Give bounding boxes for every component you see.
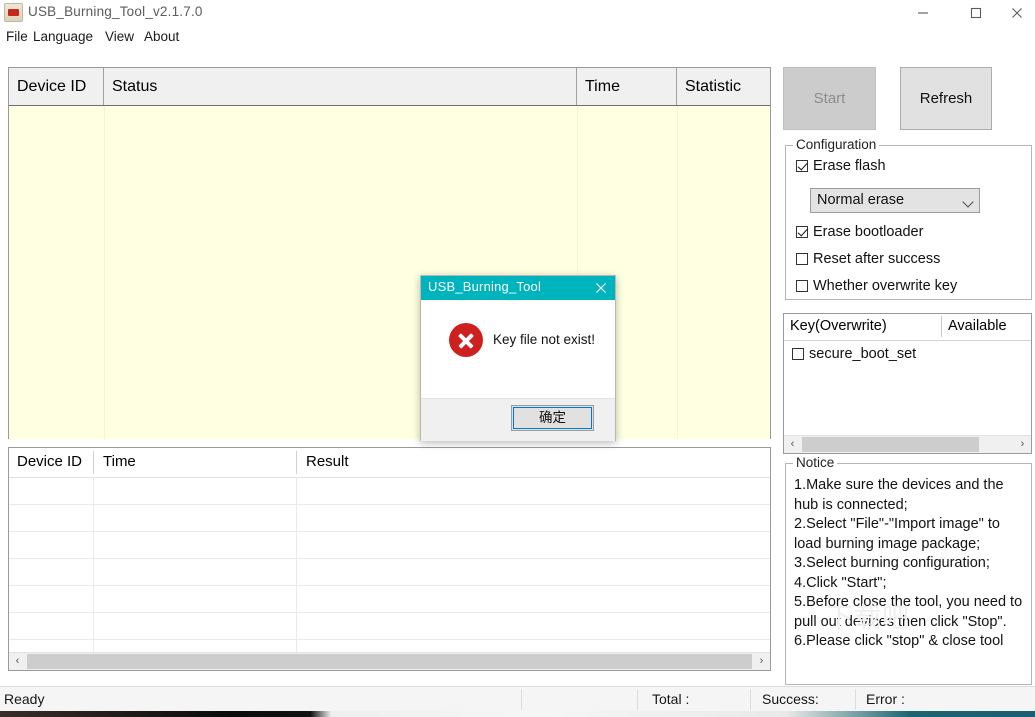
col-time[interactable]: Time: [577, 68, 677, 105]
result-rowline: [9, 558, 770, 559]
dialog-message: Key file not exist!: [493, 332, 596, 347]
key-row-label: secure_boot_set: [809, 346, 917, 362]
col-status[interactable]: Status: [104, 68, 577, 105]
col-device-id[interactable]: Device ID: [9, 68, 104, 105]
col-available[interactable]: Available: [942, 314, 1032, 339]
minimize-button[interactable]: [900, 0, 946, 26]
title-bar: USB_Burning_Tool_v2.1.7.0: [0, 0, 1035, 26]
checkbox-label: Erase bootloader: [813, 224, 924, 240]
result-table-hscrollbar[interactable]: ‹ ›: [9, 652, 770, 670]
start-button[interactable]: Start: [783, 67, 876, 130]
device-list-body: [9, 106, 770, 439]
error-dialog: USB_Burning_Tool Key file not exist! 确定: [420, 275, 616, 441]
taskbar-sliver: [0, 711, 1035, 717]
notice-title: Notice: [793, 455, 838, 470]
key-row-secure-boot-set[interactable]: secure_boot_set: [792, 346, 916, 362]
checkbox-whether-overwrite-key[interactable]: Whether overwrite key: [796, 278, 957, 294]
maximize-button[interactable]: [953, 0, 999, 26]
notice-group: Notice 1.Make sure the devices and the h…: [785, 455, 1032, 685]
scroll-right-arrow-icon[interactable]: ›: [1014, 436, 1031, 453]
result-table-header: Device ID Time Result: [9, 448, 770, 478]
menu-file[interactable]: File: [3, 27, 31, 47]
dialog-footer: 确定: [421, 398, 615, 441]
erase-mode-select[interactable]: Normal erase: [810, 188, 980, 213]
menu-bar: File Language View About: [0, 26, 1035, 48]
configuration-title: Configuration: [793, 137, 880, 152]
key-list-header: Key(Overwrite) Available: [784, 314, 1031, 341]
checkbox-label: Erase flash: [813, 158, 886, 174]
result-rowline: [9, 612, 770, 613]
scroll-right-arrow-icon[interactable]: ›: [753, 653, 770, 670]
status-error: Error :: [866, 691, 905, 707]
result-rowline: [9, 639, 770, 640]
close-button[interactable]: [1000, 0, 1034, 26]
dialog-title-bar: USB_Burning_Tool: [421, 276, 615, 300]
notice-text: 1.Make sure the devices and the hub is c…: [794, 477, 1023, 649]
device-list-gridline: [104, 106, 105, 439]
scroll-thumb[interactable]: [27, 654, 752, 669]
chevron-down-icon: [962, 196, 974, 208]
col-result-device-id[interactable]: Device ID: [9, 448, 93, 476]
checkbox-icon: [796, 280, 808, 292]
checkbox-icon: [796, 160, 808, 172]
key-list-hscrollbar[interactable]: ‹ ›: [784, 435, 1031, 453]
checkbox-reset-after-success[interactable]: Reset after success: [796, 251, 940, 267]
menu-language[interactable]: Language: [30, 27, 96, 47]
dialog-title: USB_Burning_Tool: [428, 279, 542, 294]
status-divider: [637, 689, 638, 710]
col-result-result[interactable]: Result: [298, 448, 768, 476]
status-divider: [521, 689, 522, 710]
result-table[interactable]: Device ID Time Result ‹ ›: [8, 447, 771, 671]
scroll-thumb[interactable]: [802, 437, 979, 452]
app-icon: [4, 3, 23, 22]
checkbox-erase-bootloader[interactable]: Erase bootloader: [796, 224, 923, 240]
configuration-group: Configuration Erase flash Normal erase E…: [785, 137, 1032, 300]
checkbox-icon: [796, 253, 808, 265]
dialog-ok-button[interactable]: 确定: [511, 405, 594, 431]
status-success: Success:: [762, 691, 819, 707]
status-ready: Ready: [4, 691, 45, 707]
scroll-left-arrow-icon[interactable]: ‹: [784, 436, 801, 453]
window-title: USB_Burning_Tool_v2.1.7.0: [28, 4, 203, 19]
device-list[interactable]: Device ID Status Time Statistic: [8, 67, 771, 439]
column-divider: [296, 451, 297, 474]
refresh-button[interactable]: Refresh: [900, 67, 992, 130]
menu-about[interactable]: About: [141, 27, 182, 47]
status-divider: [750, 689, 751, 710]
key-overwrite-list[interactable]: Key(Overwrite) Available secure_boot_set…: [783, 313, 1032, 454]
status-total: Total :: [652, 691, 690, 707]
error-icon: [449, 323, 483, 357]
application-window: USB_Burning_Tool_v2.1.7.0 File Language …: [0, 0, 1035, 717]
col-key-overwrite[interactable]: Key(Overwrite): [784, 314, 941, 339]
dialog-close-button[interactable]: [587, 276, 615, 300]
erase-mode-value: Normal erase: [817, 192, 905, 208]
device-list-header: Device ID Status Time Statistic: [9, 68, 770, 106]
dialog-body: Key file not exist!: [421, 300, 615, 398]
checkbox-erase-flash[interactable]: Erase flash: [796, 158, 886, 174]
result-rowline: [9, 531, 770, 532]
scroll-left-arrow-icon[interactable]: ‹: [9, 653, 26, 670]
result-rowline: [9, 504, 770, 505]
checkbox-label: Whether overwrite key: [813, 278, 958, 294]
checkbox-icon: [796, 226, 808, 238]
status-bar: Ready Total : Success: Error :: [0, 686, 1035, 712]
status-divider: [855, 689, 856, 710]
device-list-gridline: [677, 106, 678, 439]
column-divider: [93, 451, 94, 474]
checkbox-label: Reset after success: [813, 251, 941, 267]
result-table-body: [9, 477, 770, 653]
col-statistic[interactable]: Statistic: [677, 68, 770, 105]
menu-view[interactable]: View: [102, 27, 137, 47]
result-rowline: [9, 585, 770, 586]
col-result-time[interactable]: Time: [95, 448, 295, 476]
checkbox-icon: [792, 348, 804, 360]
